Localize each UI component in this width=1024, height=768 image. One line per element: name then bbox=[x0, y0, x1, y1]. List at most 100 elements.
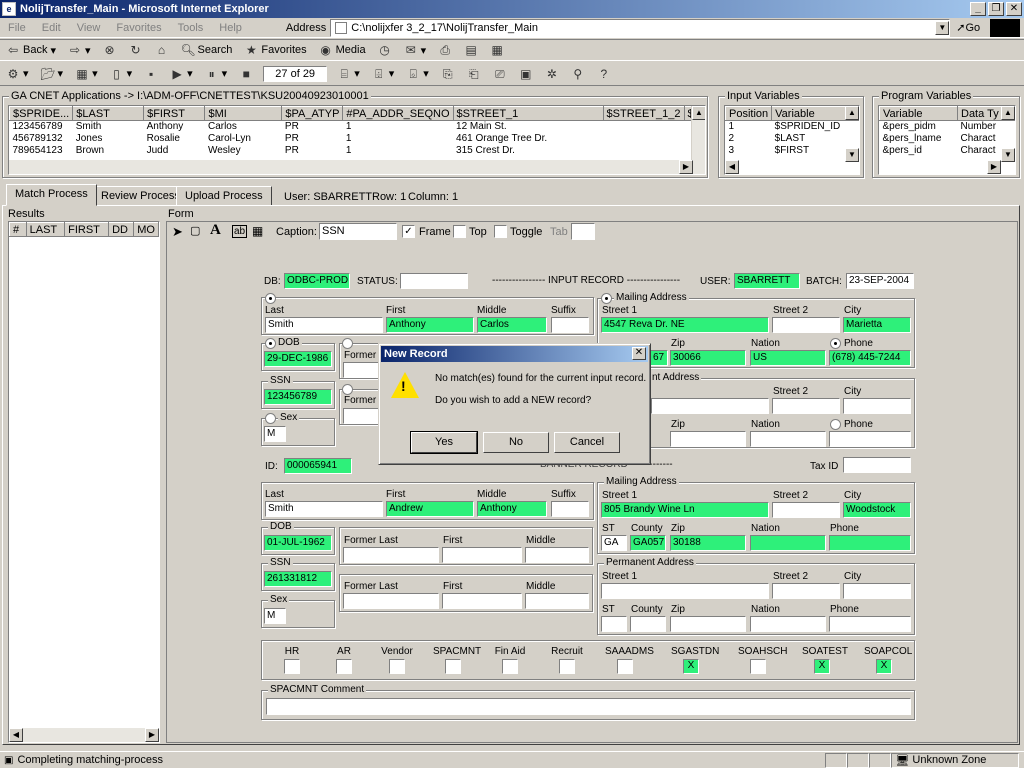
banner-former-first2-field[interactable] bbox=[442, 593, 522, 609]
image-tool-icon[interactable]: ▢ bbox=[190, 224, 200, 237]
table-row[interactable]: 3 $FIRST bbox=[726, 145, 859, 157]
text-tool-icon[interactable]: A bbox=[210, 222, 221, 239]
flag-checkbox-soahsch[interactable] bbox=[750, 659, 766, 674]
flag-checkbox-ar[interactable] bbox=[336, 659, 352, 674]
col-street1[interactable]: $STREET_1 bbox=[452, 106, 604, 121]
col-number[interactable]: # bbox=[9, 222, 27, 237]
user-field[interactable]: SBARRETT bbox=[734, 273, 800, 289]
former2-radio[interactable] bbox=[342, 384, 353, 395]
tab-match-process[interactable]: Match Process bbox=[6, 184, 97, 206]
tool6-button[interactable]: ⎚ bbox=[487, 67, 513, 81]
phone-radio[interactable] bbox=[830, 338, 841, 349]
caption-input[interactable]: SSN bbox=[319, 223, 397, 240]
col-mo[interactable]: MO bbox=[133, 222, 159, 237]
menu-favorites[interactable]: Favorites bbox=[108, 22, 169, 34]
db-field[interactable]: ODBC-PROD. bbox=[284, 273, 350, 289]
input-nation-field[interactable]: US bbox=[750, 350, 826, 366]
cancel-button[interactable]: Cancel bbox=[554, 432, 620, 453]
grid-button[interactable]: ▦ ▾ bbox=[69, 67, 104, 81]
tab-review-process[interactable]: Review Process bbox=[92, 186, 189, 206]
banner-middle-field[interactable]: Anthony bbox=[477, 501, 547, 517]
flag-checkbox-hr[interactable] bbox=[284, 659, 300, 674]
tool7-button[interactable]: ▣ bbox=[513, 67, 539, 81]
flag-checkbox-soatest[interactable]: X bbox=[814, 659, 830, 674]
banner-county-field[interactable]: GA057 bbox=[630, 535, 666, 551]
scroll-right-icon[interactable]: ▶ bbox=[145, 728, 159, 742]
input-middle-field[interactable]: Carlos bbox=[477, 317, 547, 333]
help-button[interactable]: ? bbox=[591, 67, 617, 81]
input-variables-grid[interactable]: Position Variable 1 $SPRIDEN_ID 2 $LAST 3 $F… bbox=[724, 105, 860, 175]
col-spriden[interactable]: $SPRIDE... bbox=[9, 106, 74, 121]
banner-former-middle2-field[interactable] bbox=[525, 593, 589, 609]
banner-dob-field[interactable]: 01-JUL-1962 bbox=[264, 535, 332, 551]
scroll-up-icon[interactable]: ▲ bbox=[845, 106, 859, 120]
input-ssn-field[interactable]: 123456789 bbox=[264, 389, 332, 405]
col-last[interactable]: LAST bbox=[25, 222, 66, 237]
table-row[interactable]: 1 $SPRIDEN_ID bbox=[726, 121, 859, 134]
banner-nation-field[interactable] bbox=[750, 535, 826, 551]
perm-phone-field[interactable] bbox=[829, 431, 911, 447]
banner-street2-field[interactable] bbox=[772, 502, 840, 518]
mail-button[interactable]: ✉ ▾ bbox=[398, 43, 433, 57]
close-window-button[interactable]: ✕ bbox=[1006, 2, 1022, 16]
scroll-right-icon[interactable]: ▶ bbox=[679, 160, 693, 174]
edit-button[interactable]: ▤ bbox=[458, 43, 484, 57]
scroll-down-icon[interactable]: ▼ bbox=[1001, 148, 1015, 162]
toggle-checkbox[interactable] bbox=[494, 225, 507, 238]
menu-view[interactable]: View bbox=[69, 22, 109, 34]
input-city-field[interactable]: Marietta bbox=[843, 317, 911, 333]
scroll-up-icon[interactable]: ▲ bbox=[1001, 106, 1015, 120]
dialog-close-icon[interactable]: ✕ bbox=[632, 347, 646, 360]
dob-radio[interactable] bbox=[265, 338, 276, 349]
input-street2-field[interactable] bbox=[772, 317, 840, 333]
former-last-field[interactable] bbox=[343, 362, 379, 378]
banner-former-first-field[interactable] bbox=[442, 547, 522, 563]
menu-file[interactable]: File bbox=[0, 22, 34, 34]
perm-zip-field[interactable] bbox=[670, 431, 746, 447]
table-row[interactable]: 456789132 Jones Rosalie Carol-Lyn PR 1 461 Ora… bbox=[10, 133, 705, 145]
open-button[interactable]: 📂︎ ▾ bbox=[35, 67, 70, 81]
banner-perm-nation-field[interactable] bbox=[750, 616, 826, 632]
tool5-button[interactable]: ⎗ bbox=[461, 67, 487, 81]
address-input[interactable]: C:\nolijxfer 3_2_17\NolijTransfer_Main ▼ bbox=[330, 18, 951, 37]
tab-upload-process[interactable]: Upload Process bbox=[176, 186, 272, 206]
former-last2-field[interactable] bbox=[343, 408, 379, 424]
col-variable[interactable]: Variable bbox=[879, 106, 958, 121]
menu-edit[interactable]: Edit bbox=[34, 22, 69, 34]
history-button[interactable]: ◷ bbox=[372, 43, 398, 57]
col-pa-addr-seqno[interactable]: #PA_ADDR_SEQNO bbox=[342, 106, 454, 121]
search-button[interactable]: 🔍︎ Search bbox=[175, 43, 239, 57]
banner-former-last-field[interactable] bbox=[343, 547, 439, 563]
input-suffix-field[interactable] bbox=[551, 317, 589, 333]
col-dd[interactable]: DD bbox=[108, 222, 135, 237]
flag-checkbox-fin-aid[interactable] bbox=[502, 659, 518, 674]
banner-former-middle-field[interactable] bbox=[525, 547, 589, 563]
banner-zip-field[interactable]: 30188 bbox=[670, 535, 746, 551]
col-street1-2[interactable]: $STREET_1_2 bbox=[602, 106, 685, 121]
banner-perm-city-field[interactable] bbox=[843, 583, 911, 599]
stop-button[interactable]: ⊗ bbox=[97, 43, 123, 57]
flag-checkbox-saaadms[interactable] bbox=[617, 659, 633, 674]
input-first-field[interactable]: Anthony bbox=[386, 317, 474, 333]
banner-suffix-field[interactable] bbox=[551, 501, 589, 517]
back-button[interactable]: ⇦ Back ▾ bbox=[0, 43, 62, 57]
settings-button[interactable]: ⚙ ▾ bbox=[0, 67, 35, 81]
table-row[interactable]: 2 $LAST bbox=[726, 133, 859, 145]
flag-checkbox-sgastdn[interactable]: X bbox=[683, 659, 699, 674]
applications-grid[interactable]: $SPRIDE... $LAST $FIRST $MI $PA_ATYP #PA… bbox=[8, 105, 706, 175]
banner-ssn-field[interactable]: 261331812 bbox=[264, 571, 332, 587]
tool1-button[interactable]: ⌸ ▾ bbox=[331, 67, 366, 81]
table-row[interactable]: 789654123 Brown Judd Wesley PR 1 315 Crest Dr. bbox=[10, 145, 705, 157]
id-field[interactable]: 000065941 bbox=[284, 458, 352, 474]
table-row[interactable]: &pers_pidm Number bbox=[880, 121, 1015, 134]
col-last[interactable]: $LAST bbox=[72, 106, 145, 121]
banner-street1-field[interactable]: 805 Brandy Wine Ln bbox=[601, 502, 769, 518]
banner-city-field[interactable]: Woodstock bbox=[843, 502, 911, 518]
flag-checkbox-spacmnt[interactable] bbox=[445, 659, 461, 674]
banner-former-last2-field[interactable] bbox=[343, 593, 439, 609]
input-phone-field[interactable]: (678) 445-7244 bbox=[829, 350, 911, 366]
applications-vscroll[interactable]: ▲ bbox=[691, 106, 705, 162]
tab-input[interactable] bbox=[571, 223, 595, 240]
restore-button[interactable]: ❐ bbox=[988, 2, 1004, 16]
no-button[interactable]: No bbox=[483, 432, 549, 453]
